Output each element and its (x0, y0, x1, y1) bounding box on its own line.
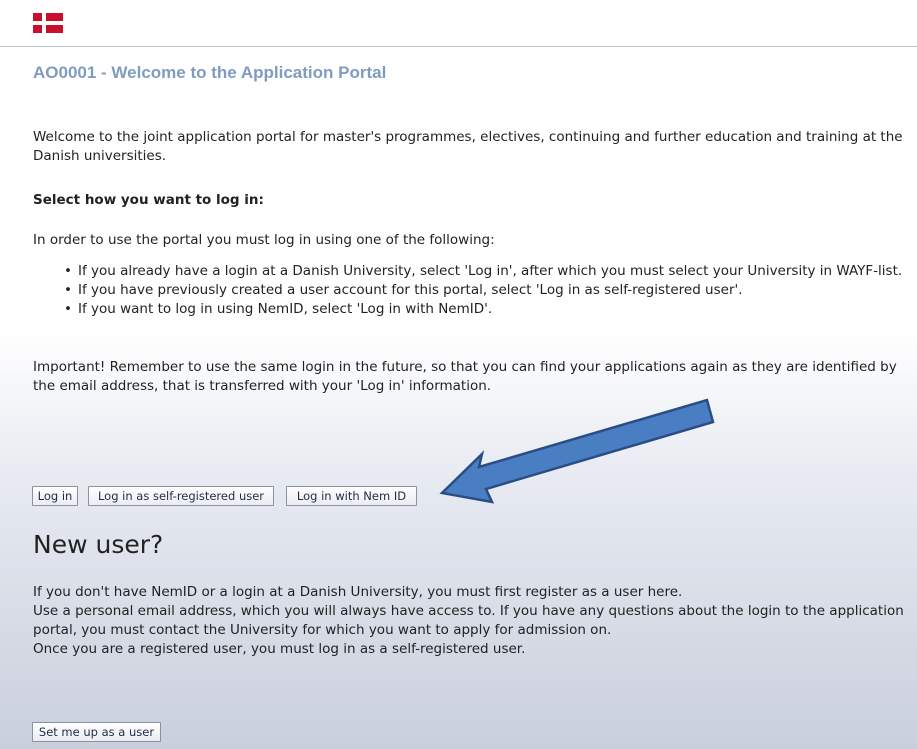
login-instruction: In order to use the portal you must log … (33, 232, 495, 248)
new-user-line: If you don't have NemID or a login at a … (33, 584, 683, 600)
bullet-icon: • (64, 301, 72, 317)
callout-arrow-icon (439, 398, 715, 504)
setup-user-button[interactable]: Set me up as a user (32, 722, 161, 742)
page-title: AO0001 - Welcome to the Application Port… (33, 63, 387, 82)
denmark-flag-icon[interactable] (33, 13, 63, 33)
login-heading: Select how you want to log in: (33, 192, 264, 208)
bullet-icon: • (64, 282, 72, 298)
bullet-icon: • (64, 263, 72, 279)
list-item-text: If you already have a login at a Danish … (78, 263, 903, 279)
new-user-line: Use a personal email address, which you … (33, 603, 904, 638)
list-item: • If you want to log in using NemID, sele… (64, 300, 908, 319)
new-user-line: Once you are a registered user, you must… (33, 641, 526, 657)
new-user-title: New user? (33, 530, 164, 559)
intro-text: Welcome to the joint application portal … (33, 129, 903, 164)
list-item: • If you have previously created a user a… (64, 281, 908, 300)
login-button[interactable]: Log in (32, 486, 78, 506)
list-item-text: If you have previously created a user ac… (78, 282, 743, 298)
nemid-login-button[interactable]: Log in with Nem ID (286, 486, 417, 506)
self-registered-login-button[interactable]: Log in as self-registered user (88, 486, 274, 506)
login-options-list: • If you already have a login at a Danish… (64, 262, 908, 319)
list-item: • If you already have a login at a Danish… (64, 262, 908, 281)
list-item-text: If you want to log in using NemID, selec… (78, 301, 493, 317)
top-bar (0, 0, 917, 47)
new-user-text: If you don't have NemID or a login at a … (33, 583, 913, 659)
